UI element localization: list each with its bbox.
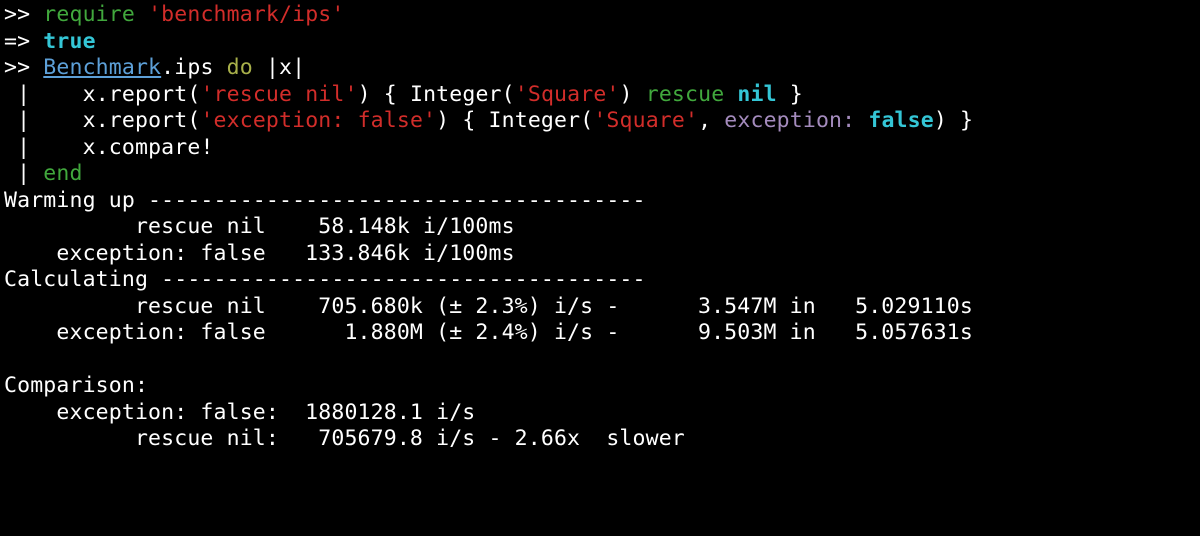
output-line: Calculating ----------------------------… <box>4 267 646 292</box>
code-line: | end <box>4 161 83 186</box>
nil-literal: nil <box>737 82 776 107</box>
output-line: rescue nil 705.680k (± 2.3%) i/s - 3.547… <box>4 294 973 319</box>
string-literal: 'rescue nil' <box>200 82 357 107</box>
code-line: | x.report('rescue nil') { Integer('Squa… <box>4 82 803 107</box>
output-line: rescue nil: 705679.8 i/s - 2.66x slower <box>4 426 685 451</box>
output-line: exception: false 133.846k i/100ms <box>4 241 515 266</box>
gutter: | <box>4 82 43 107</box>
terminal-output[interactable]: >> require 'benchmark/ips' => true >> Be… <box>0 0 1200 457</box>
keyword-arg: exception: <box>724 108 855 133</box>
block-body: { Integer( <box>462 108 593 133</box>
code-line: | x.compare! <box>4 135 214 160</box>
string-literal: 'benchmark/ips' <box>148 2 344 27</box>
block-arg: |x| <box>253 55 305 80</box>
gutter: | <box>4 108 43 133</box>
code-line: >> require 'benchmark/ips' <box>4 2 345 27</box>
require-keyword: require <box>43 2 135 27</box>
rescue-keyword: rescue <box>646 82 725 107</box>
benchmark-constant: Benchmark <box>43 55 161 80</box>
prompt: >> <box>4 2 43 27</box>
method-call: .ips <box>161 55 226 80</box>
output-line: Comparison: <box>4 373 148 398</box>
do-keyword: do <box>227 55 253 80</box>
block-body: { Integer( <box>384 82 515 107</box>
output-line: exception: false: 1880128.1 i/s <box>4 400 475 425</box>
output-line: Warming up -----------------------------… <box>4 188 646 213</box>
method-call: x.report( <box>83 108 201 133</box>
gutter: | <box>4 161 43 186</box>
false-literal: false <box>868 108 933 133</box>
string-literal: 'Square' <box>515 82 620 107</box>
true-literal: true <box>43 29 95 54</box>
code-line: => true <box>4 29 96 54</box>
code-line: >> Benchmark.ips do |x| <box>4 55 305 80</box>
string-literal: 'exception: false' <box>200 108 436 133</box>
method-call: x.compare! <box>83 135 214 160</box>
result-arrow: => <box>4 29 43 54</box>
prompt: >> <box>4 55 43 80</box>
string-literal: 'Square' <box>593 108 698 133</box>
output-line: rescue nil 58.148k i/100ms <box>4 214 515 239</box>
method-call: x.report( <box>83 82 201 107</box>
end-keyword: end <box>43 161 82 186</box>
gutter: | <box>4 135 43 160</box>
output-line: exception: false 1.880M (± 2.4%) i/s - 9… <box>4 320 973 345</box>
code-line: | x.report('exception: false') { Integer… <box>4 108 973 133</box>
